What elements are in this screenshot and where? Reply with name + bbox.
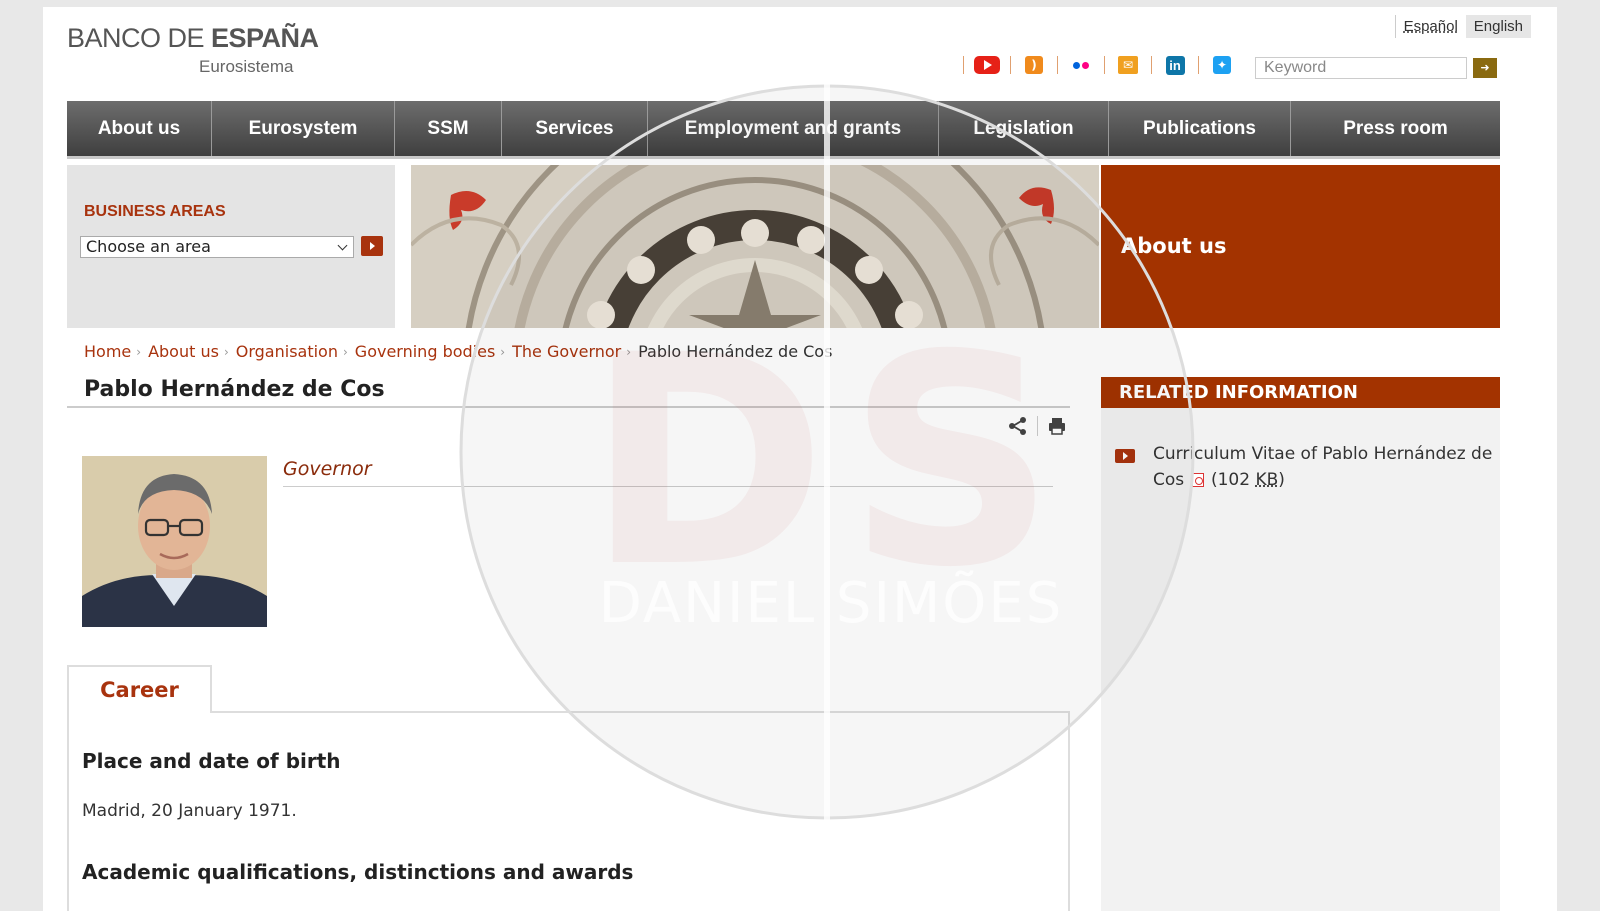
breadcrumb-about-us[interactable]: About us: [148, 342, 219, 362]
business-area-go-button[interactable]: [361, 236, 383, 256]
language-switcher: Español English: [1394, 15, 1531, 38]
tab-career[interactable]: Career: [67, 665, 212, 713]
breadcrumb-governing-bodies[interactable]: Governing bodies: [355, 342, 496, 362]
section-text-birth: Madrid, 20 January 1971.: [82, 801, 297, 821]
pdf-icon: [1191, 473, 1204, 487]
breadcrumb-organisation[interactable]: Organisation: [236, 342, 338, 362]
business-areas-panel: BUSINESS AREAS Choose an area: [67, 165, 395, 328]
rss-icon[interactable]: ): [1021, 55, 1047, 75]
section-heading-academic: Academic qualifications, distinctions an…: [82, 860, 634, 884]
language-spanish[interactable]: Español: [1394, 15, 1466, 38]
business-areas-title: BUSINESS AREAS: [84, 203, 226, 220]
search-input[interactable]: [1255, 57, 1467, 79]
nav-employment-and-grants[interactable]: Employment and grants: [648, 101, 939, 156]
nav-ssm[interactable]: SSM: [395, 101, 502, 156]
size-unit: KB: [1255, 470, 1279, 490]
role-divider: [283, 486, 1053, 487]
section-heading-birth: Place and date of birth: [82, 749, 341, 773]
related-item-size: (102 KB): [1210, 470, 1285, 490]
title-divider: [67, 406, 1070, 408]
print-icon[interactable]: [1046, 415, 1068, 437]
nav-press-room[interactable]: Press room: [1291, 101, 1500, 156]
breadcrumb: Home › About us › Organisation › Governing …: [84, 342, 832, 362]
social-links: ) ✉ in ✦: [953, 55, 1235, 75]
nav-services[interactable]: Services: [502, 101, 648, 156]
watermark-name: DANIEL SIMÕES: [599, 571, 1064, 636]
share-icon[interactable]: [1007, 415, 1029, 437]
breadcrumb-current: Pablo Hernández de Cos: [638, 342, 833, 361]
chevron-right-icon: ›: [136, 345, 142, 359]
youtube-icon[interactable]: [974, 55, 1000, 75]
nav-eurosystem[interactable]: Eurosystem: [212, 101, 395, 156]
breadcrumb-the-governor[interactable]: The Governor: [512, 342, 621, 362]
governor-role: Governor: [283, 458, 372, 480]
flickr-icon[interactable]: [1068, 55, 1094, 75]
chevron-right-icon: ›: [500, 345, 506, 359]
main-navigation: About us Eurosystem SSM Services Employm…: [67, 101, 1500, 159]
chevron-right-icon: ›: [626, 345, 632, 359]
search-button[interactable]: ➜: [1473, 58, 1497, 78]
governor-photo: [82, 456, 267, 627]
page-title: Pablo Hernández de Cos: [84, 377, 385, 402]
nav-about-us[interactable]: About us: [67, 101, 212, 156]
twitter-icon[interactable]: ✦: [1209, 55, 1235, 75]
section-title: About us: [1101, 165, 1500, 328]
logo-text-bold: ESPAÑA: [211, 23, 319, 53]
chevron-right-icon: ›: [223, 345, 229, 359]
chevron-right-icon: ›: [342, 345, 348, 359]
breadcrumb-home[interactable]: Home: [84, 342, 131, 362]
business-area-select[interactable]: Choose an area: [80, 236, 354, 258]
banner-image: [411, 165, 1099, 328]
language-english[interactable]: English: [1465, 15, 1531, 38]
search-bar: ➜: [1255, 57, 1497, 79]
site-logo[interactable]: BANCO DE ESPAÑA Eurosistema: [67, 23, 319, 76]
related-item-link[interactable]: Curriculum Vitae of Pablo Hernández de C…: [1153, 444, 1492, 490]
logo-subtitle: Eurosistema: [199, 57, 294, 76]
logo-text: BANCO DE: [67, 23, 212, 53]
page: BANCO DE ESPAÑA Eurosistema Español Engl…: [43, 7, 1557, 911]
nav-publications[interactable]: Publications: [1109, 101, 1291, 156]
linkedin-icon[interactable]: in: [1162, 55, 1188, 75]
arrow-right-icon: [1115, 449, 1135, 463]
page-tools: [1007, 415, 1068, 437]
mail-icon[interactable]: ✉: [1115, 55, 1141, 75]
nav-legislation[interactable]: Legislation: [939, 101, 1109, 156]
related-heading: RELATED INFORMATION: [1101, 377, 1500, 408]
